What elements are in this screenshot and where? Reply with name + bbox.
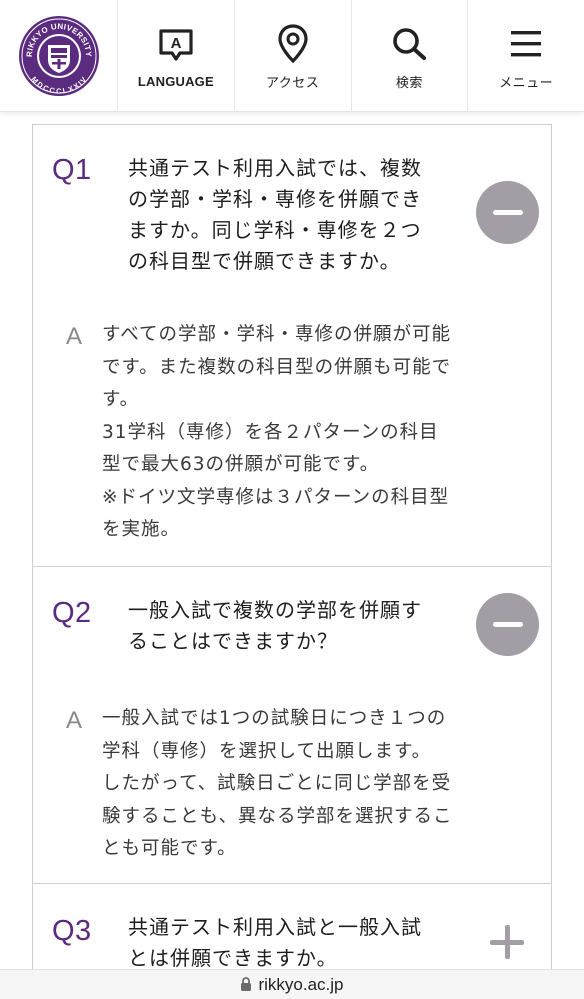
question-text[interactable]: 共通テスト利用入試と一般入試 とは併願できますか。 xyxy=(128,912,473,969)
nav-access-label: アクセス xyxy=(265,75,320,91)
question-line: 一般入試で複数の学部を併願す xyxy=(128,598,422,622)
minus-icon xyxy=(492,622,523,627)
answer-mark: A xyxy=(66,707,83,734)
plus-icon-stroke xyxy=(505,925,510,959)
nav-search-label: 検索 xyxy=(395,75,423,91)
faq-item-q1: Q1 共通テスト利用入試では、複数 の学部・学科・専修を併願でき ますか。同じ学… xyxy=(33,125,551,567)
university-seal-icon: RIKKYO UNIVERSITY MDCCCLXXIV xyxy=(18,16,99,96)
answer-line: 31学科（専修）を各２パターンの科目 xyxy=(102,421,439,443)
nav-language-label: LANGUAGE xyxy=(137,73,214,89)
location-pin-icon xyxy=(276,22,310,66)
browser-url-bar[interactable]: rikkyo.ac.jp xyxy=(0,969,584,999)
question-number: Q3 xyxy=(52,915,92,947)
language-icon: A xyxy=(156,24,196,68)
question-line: の科目型で併願できますか。 xyxy=(128,249,401,273)
nav-search[interactable]: 検索 xyxy=(352,0,469,112)
menu-icon xyxy=(509,22,543,66)
question-number: Q2 xyxy=(52,597,92,629)
question-line: 共通テスト利用入試と一般入試 xyxy=(128,915,422,939)
nav-access[interactable]: アクセス xyxy=(235,0,352,112)
answer-line: 一般入試では1つの試験日につき１つの xyxy=(102,708,447,729)
answer-line: ※ドイツ文学専修は３パターンの科目型 xyxy=(102,486,450,508)
expand-button[interactable] xyxy=(490,925,524,959)
search-icon xyxy=(390,22,428,66)
answer-line: 型で最大63の併願が可能です。 xyxy=(102,454,380,475)
answer-line: したがって、試験日ごとに同じ学部を受 xyxy=(102,773,452,794)
question-number: Q1 xyxy=(52,154,92,186)
lock-icon xyxy=(241,977,252,991)
answer-text: すべての学部・学科・専修の併願が可能 です。また複数の科目型の併願も可能で す。… xyxy=(102,319,502,547)
faq-list: Q1 共通テスト利用入試では、複数 の学部・学科・専修を併願でき ますか。同じ学… xyxy=(32,124,552,969)
answer-line: 験することも、異なる学部を選択するこ xyxy=(102,805,453,827)
answer-text: 一般入試では1つの試験日につき１つの 学科（専修）を選択して出願します。 したが… xyxy=(102,703,502,866)
answer-line: 学科（専修）を選択して出願します。 xyxy=(102,740,432,762)
minus-icon xyxy=(492,210,523,215)
question-line: とは併願できますか。 xyxy=(128,946,338,969)
answer-mark: A xyxy=(66,323,83,350)
svg-text:A: A xyxy=(170,35,181,52)
answer-line: とも可能です。 xyxy=(102,838,237,859)
question-line: ることはできますか？ xyxy=(128,629,338,653)
site-header: RIKKYO UNIVERSITY MDCCCLXXIV A LANGUAGE xyxy=(0,0,584,112)
answer-line: です。また複数の科目型の併願も可能で xyxy=(102,356,452,378)
url-text: rikkyo.ac.jp xyxy=(258,974,344,994)
collapse-button[interactable] xyxy=(476,181,539,244)
faq-item-q2: Q2 一般入試で複数の学部を併願す ることはできますか？ A 一般入試では1つの… xyxy=(33,567,551,884)
question-line: ますか。同じ学科・専修を２つ xyxy=(128,218,422,242)
nav-language[interactable]: A LANGUAGE xyxy=(118,0,235,112)
university-logo[interactable]: RIKKYO UNIVERSITY MDCCCLXXIV xyxy=(0,0,118,112)
faq-item-q3: Q3 共通テスト利用入試と一般入試 とは併願できますか。 xyxy=(33,884,551,969)
question-line: の学部・学科・専修を併願でき xyxy=(128,187,422,211)
collapse-button[interactable] xyxy=(476,593,539,656)
question-text[interactable]: 共通テスト利用入試では、複数 の学部・学科・専修を併願でき ますか。同じ学科・専… xyxy=(128,153,473,277)
question-text[interactable]: 一般入試で複数の学部を併願す ることはできますか？ xyxy=(128,595,473,657)
question-line: 共通テスト利用入試では、複数 xyxy=(128,156,422,180)
answer-line: を実施。 xyxy=(102,519,181,540)
answer-line: すべての学部・学科・専修の併願が可能 xyxy=(102,324,451,345)
answer-line: す。 xyxy=(102,389,140,410)
nav-menu[interactable]: メニュー xyxy=(468,0,584,112)
nav-menu-label: メニュー xyxy=(499,75,554,91)
